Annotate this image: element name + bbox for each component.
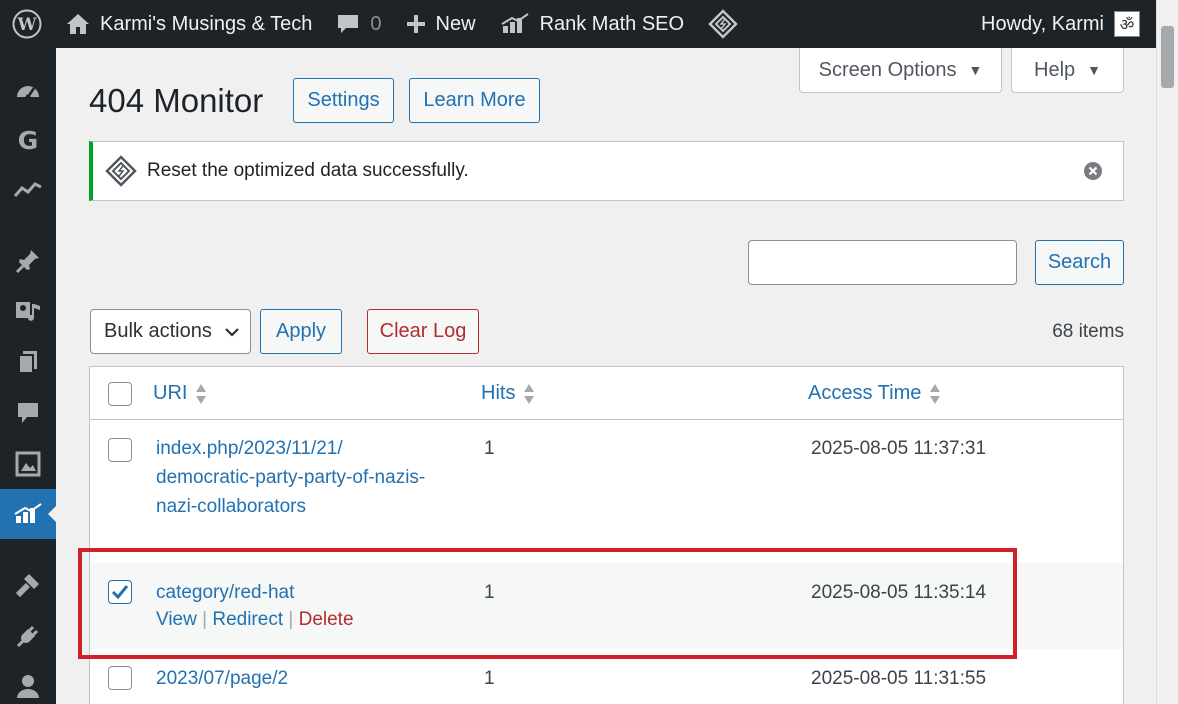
uri-header-label: URI — [153, 382, 188, 404]
table-row: index.php/2023/11/21/ democratic-party-p… — [90, 421, 1123, 563]
posts-pin-icon — [15, 250, 39, 274]
dashboard-icon — [17, 86, 39, 100]
menu-rank-math[interactable] — [0, 489, 56, 539]
gallery-icon — [15, 451, 41, 477]
rank-math-chart-icon — [501, 13, 529, 33]
apply-button[interactable]: Apply — [260, 309, 342, 354]
hits-header-label: Hits — [481, 382, 516, 404]
menu-posts[interactable] — [0, 236, 56, 286]
learn-more-button[interactable]: Learn More — [409, 78, 540, 123]
menu-site-kit[interactable]: G — [0, 115, 56, 165]
bulk-actions-select[interactable]: Bulk actions — [90, 309, 251, 354]
highlight-annotation-box — [78, 548, 1017, 659]
page-title: 404 Monitor — [89, 82, 264, 119]
site-name: Karmi's Musings & Tech — [100, 12, 313, 35]
menu-media[interactable] — [0, 287, 56, 337]
seo-label: Rank Math SEO — [539, 12, 685, 35]
uri-link[interactable]: 2023/07/page/2 — [156, 664, 288, 693]
howdy-greeting: Howdy, Karmi — [981, 12, 1104, 35]
row-checkbox[interactable] — [108, 438, 132, 462]
bulk-actions-label: Bulk actions — [104, 320, 212, 342]
help-button[interactable]: Help ▼ — [1011, 48, 1124, 93]
plugins-icon — [16, 625, 39, 648]
chevron-down-icon — [225, 327, 239, 337]
caret-down-icon: ▼ — [968, 62, 983, 78]
search-button[interactable]: Search — [1035, 240, 1124, 285]
hits-value: 1 — [484, 668, 495, 689]
admin-bar: W Karmi's Musings & Tech 0 New Rank Math… — [0, 0, 1178, 48]
site-name-link[interactable]: Karmi's Musings & Tech — [54, 0, 324, 48]
access-time-header-label: Access Time — [808, 382, 922, 404]
menu-dashboard[interactable] — [0, 67, 56, 117]
column-header-hits[interactable]: Hits — [481, 382, 535, 405]
hits-value: 1 — [484, 438, 495, 459]
menu-users[interactable] — [0, 661, 56, 704]
avatar: ॐ — [1114, 11, 1140, 37]
rank-math-diamond-link[interactable] — [696, 0, 750, 48]
search-input[interactable] — [748, 240, 1017, 285]
help-label: Help — [1034, 58, 1076, 81]
sort-icon — [524, 383, 535, 404]
access-time-value: 2025-08-05 11:31:55 — [811, 668, 987, 689]
rank-math-seo-link[interactable]: Rank Math SEO — [488, 0, 697, 48]
my-account-link[interactable]: Howdy, Karmi ॐ — [969, 0, 1178, 48]
users-icon — [17, 675, 39, 698]
rank-math-icon — [14, 503, 42, 523]
comments-link[interactable]: 0 — [324, 0, 393, 48]
menu-gallery[interactable] — [0, 439, 56, 489]
items-count: 68 items — [1052, 321, 1124, 342]
rank-math-diamond-icon — [708, 9, 738, 39]
dismiss-icon[interactable] — [1083, 161, 1103, 181]
wordpress-logo-icon: W — [12, 9, 42, 39]
uri-line: nazi-collaborators — [156, 496, 306, 517]
uri-line: index.php/2023/11/21/ — [156, 438, 343, 459]
new-label: New — [435, 12, 476, 35]
success-notice: Reset the optimized data successfully. — [89, 141, 1124, 201]
pages-icon — [18, 351, 37, 374]
menu-appearance[interactable] — [0, 560, 56, 610]
page-scrollbar[interactable] — [1156, 0, 1178, 704]
home-icon — [67, 14, 89, 34]
svg-text:W: W — [16, 15, 37, 35]
screen-options-label: Screen Options — [818, 58, 957, 81]
new-content-link[interactable]: New — [394, 0, 488, 48]
clear-log-button[interactable]: Clear Log — [367, 309, 479, 354]
access-time-value: 2025-08-05 11:37:31 — [811, 438, 987, 459]
select-all-checkbox[interactable] — [108, 382, 132, 406]
comments-count: 0 — [370, 12, 382, 35]
comments-icon — [18, 403, 38, 423]
menu-comments[interactable] — [0, 388, 56, 438]
column-header-access-time[interactable]: Access Time — [808, 382, 941, 405]
wordpress-logo-button[interactable]: W — [0, 0, 54, 48]
admin-side-menu: G — [0, 48, 56, 704]
notice-message: Reset the optimized data successfully. — [147, 160, 469, 181]
menu-analytics[interactable] — [0, 164, 56, 214]
svg-text:G: G — [18, 127, 39, 153]
sort-icon — [196, 383, 207, 404]
settings-button[interactable]: Settings — [293, 78, 394, 123]
screen-options-button[interactable]: Screen Options ▼ — [799, 48, 1002, 93]
sort-icon — [930, 383, 941, 404]
table-header: URI Hits Access Time — [90, 367, 1123, 420]
google-site-kit-icon: G — [18, 127, 39, 153]
column-header-uri[interactable]: URI — [153, 382, 207, 405]
row-checkbox[interactable] — [108, 666, 132, 690]
scrollbar-thumb[interactable] — [1161, 26, 1174, 88]
media-icon — [16, 302, 40, 321]
analytics-icon — [13, 182, 42, 197]
plus-icon — [406, 15, 425, 33]
comment-bubble-icon — [338, 15, 359, 33]
menu-plugins[interactable] — [0, 611, 56, 661]
caret-down-icon: ▼ — [1087, 62, 1101, 78]
menu-pages[interactable] — [0, 337, 56, 387]
uri-line: democratic-party-party-of-nazis- — [156, 467, 426, 488]
appearance-icon — [15, 574, 39, 598]
uri-link[interactable]: index.php/2023/11/21/ democratic-party-p… — [156, 434, 466, 521]
rank-math-diamond-icon — [105, 155, 137, 187]
